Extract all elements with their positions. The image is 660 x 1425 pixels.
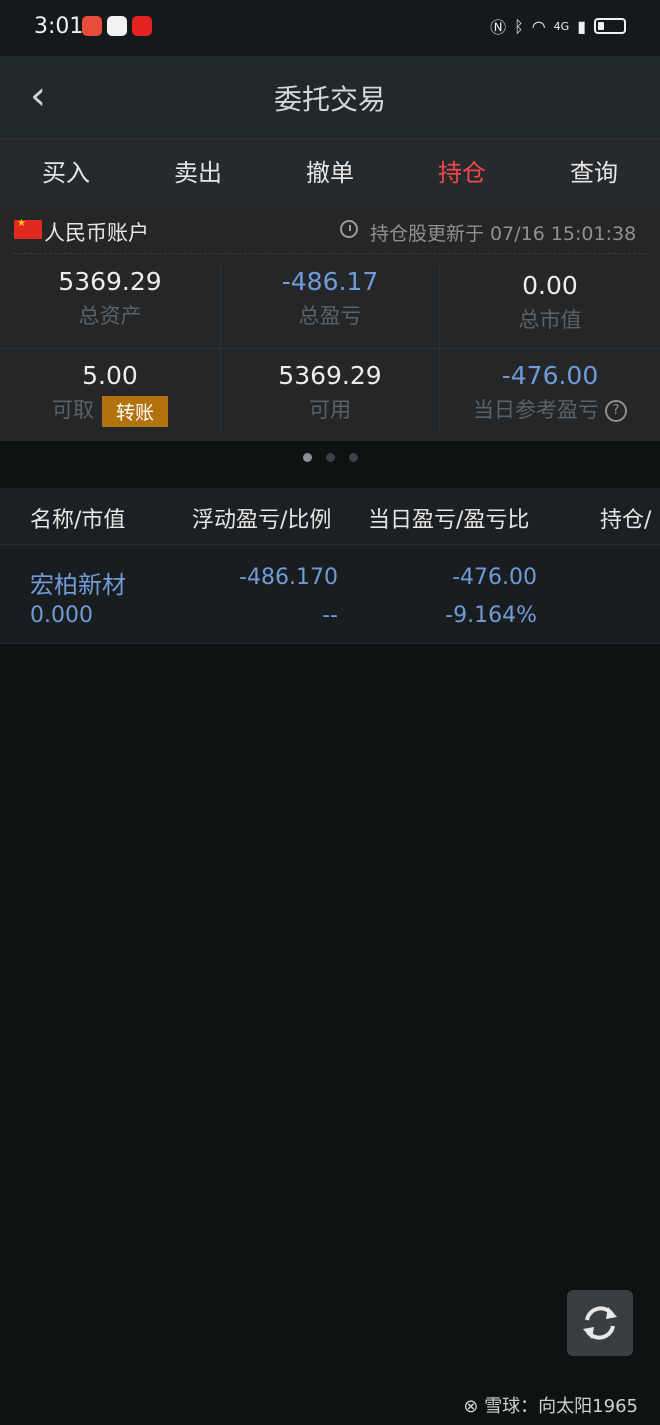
column-header[interactable]: 名称/市值 [30,502,125,534]
divider [14,253,646,254]
daily-pl: -476.00 [452,565,537,590]
stat-value: 0.00 [522,271,578,300]
stat-label: 总市值 [518,308,582,332]
stat-label: 可取 [51,398,94,422]
network-label: 4G [553,19,570,33]
tab-cancel[interactable]: 撤单 [264,139,396,207]
stat-market-value: 0.00 总市值 [440,271,660,334]
clock-icon [340,220,358,238]
signal-icon: ▮ [577,16,586,36]
status-bar: 3:01 Ⓝ ᛒ ◠ 4G ▮ [0,0,660,56]
bluetooth-icon: ᛒ [514,16,524,36]
refresh-icon [583,1306,617,1340]
stat-label-row: 可取 转账 [0,394,220,427]
stat-total-assets: 5369.29 总资产 [0,267,220,330]
tab-positions[interactable]: 持仓 [396,139,528,207]
tab-query[interactable]: 查询 [528,139,660,207]
app-notification-icon [132,16,152,36]
watermark: ⊗ 雪球：向太阳1965 [463,1392,638,1418]
stat-value: -476.00 [501,361,599,390]
stock-name: 宏柏新材 [30,571,126,599]
wifi-icon: ◠ [531,16,546,36]
float-pl: -486.170 [239,565,338,590]
page-indicator [0,447,660,466]
nfc-icon: Ⓝ [490,18,507,37]
stat-withdrawable: 5.00 可取 转账 [0,361,220,427]
stat-label-row: 当日参考盈亏? [440,394,660,424]
stat-value: 5.00 [82,361,138,390]
tab-sell[interactable]: 卖出 [132,139,264,207]
account-name[interactable]: 人民币账户 [44,217,149,247]
app-notification-icon [82,16,102,36]
watermark-text: 雪球：向太阳1965 [484,1396,638,1417]
account-summary: 人民币账户 持仓股更新于 07/16 15:01:38 5369.29 总资产 … [0,207,660,441]
tab-buy[interactable]: 买入 [0,139,132,207]
china-flag-icon [14,218,42,239]
battery-icon [594,18,626,34]
stat-label: 总资产 [78,304,142,328]
app-notification-icon [107,16,127,36]
page-title: 委托交易 [273,83,386,116]
column-header[interactable]: 持仓/ [600,502,651,534]
divider [0,348,660,349]
snowball-logo-icon: ⊗ [463,1396,479,1417]
float-ratio: -- [322,603,338,628]
stock-market-value: 0.000 [30,603,93,628]
update-time: 持仓股更新于 07/16 15:01:38 [370,223,637,245]
table-row[interactable]: 宏柏新材 0.000 -486.170 -- -476.00 -9.164% [0,545,660,644]
stat-label: 当日参考盈亏 [473,398,599,422]
column-header[interactable]: 浮动盈亏/比例 [192,502,331,534]
stat-available: 5369.29 可用 [220,361,440,424]
question-circle-icon[interactable]: ? [605,400,627,422]
page-dot[interactable] [348,453,358,462]
page-dot[interactable] [325,453,335,462]
trade-tabs: 买入 卖出 撤单 持仓 查询 [0,139,660,207]
status-indicators: Ⓝ ᛒ ◠ 4G ▮ [490,14,626,38]
account-header: 人民币账户 持仓股更新于 07/16 15:01:38 [0,207,660,253]
stat-value: -486.17 [281,267,379,296]
stat-label: 总盈亏 [298,304,362,328]
refresh-button[interactable] [567,1290,633,1356]
table-header: 名称/市值 浮动盈亏/比例 当日盈亏/盈亏比 持仓/ [0,488,660,545]
stat-value: 5369.29 [278,361,382,390]
stat-daily-pl: -476.00 当日参考盈亏? [440,361,660,424]
status-time: 3:01 [34,14,84,39]
stat-label: 可用 [309,398,351,422]
stat-total-pl: -486.17 总盈亏 [220,267,440,330]
stat-value: 5369.29 [58,267,162,296]
nav-bar: ‹ 委托交易 [0,56,660,139]
positions-table: 名称/市值 浮动盈亏/比例 当日盈亏/盈亏比 持仓/ 宏柏新材 0.000 -4… [0,488,660,644]
transfer-button[interactable]: 转账 [101,395,168,427]
daily-ratio: -9.164% [445,603,537,628]
column-header[interactable]: 当日盈亏/盈亏比 [368,502,529,534]
page-dot[interactable] [302,453,312,462]
